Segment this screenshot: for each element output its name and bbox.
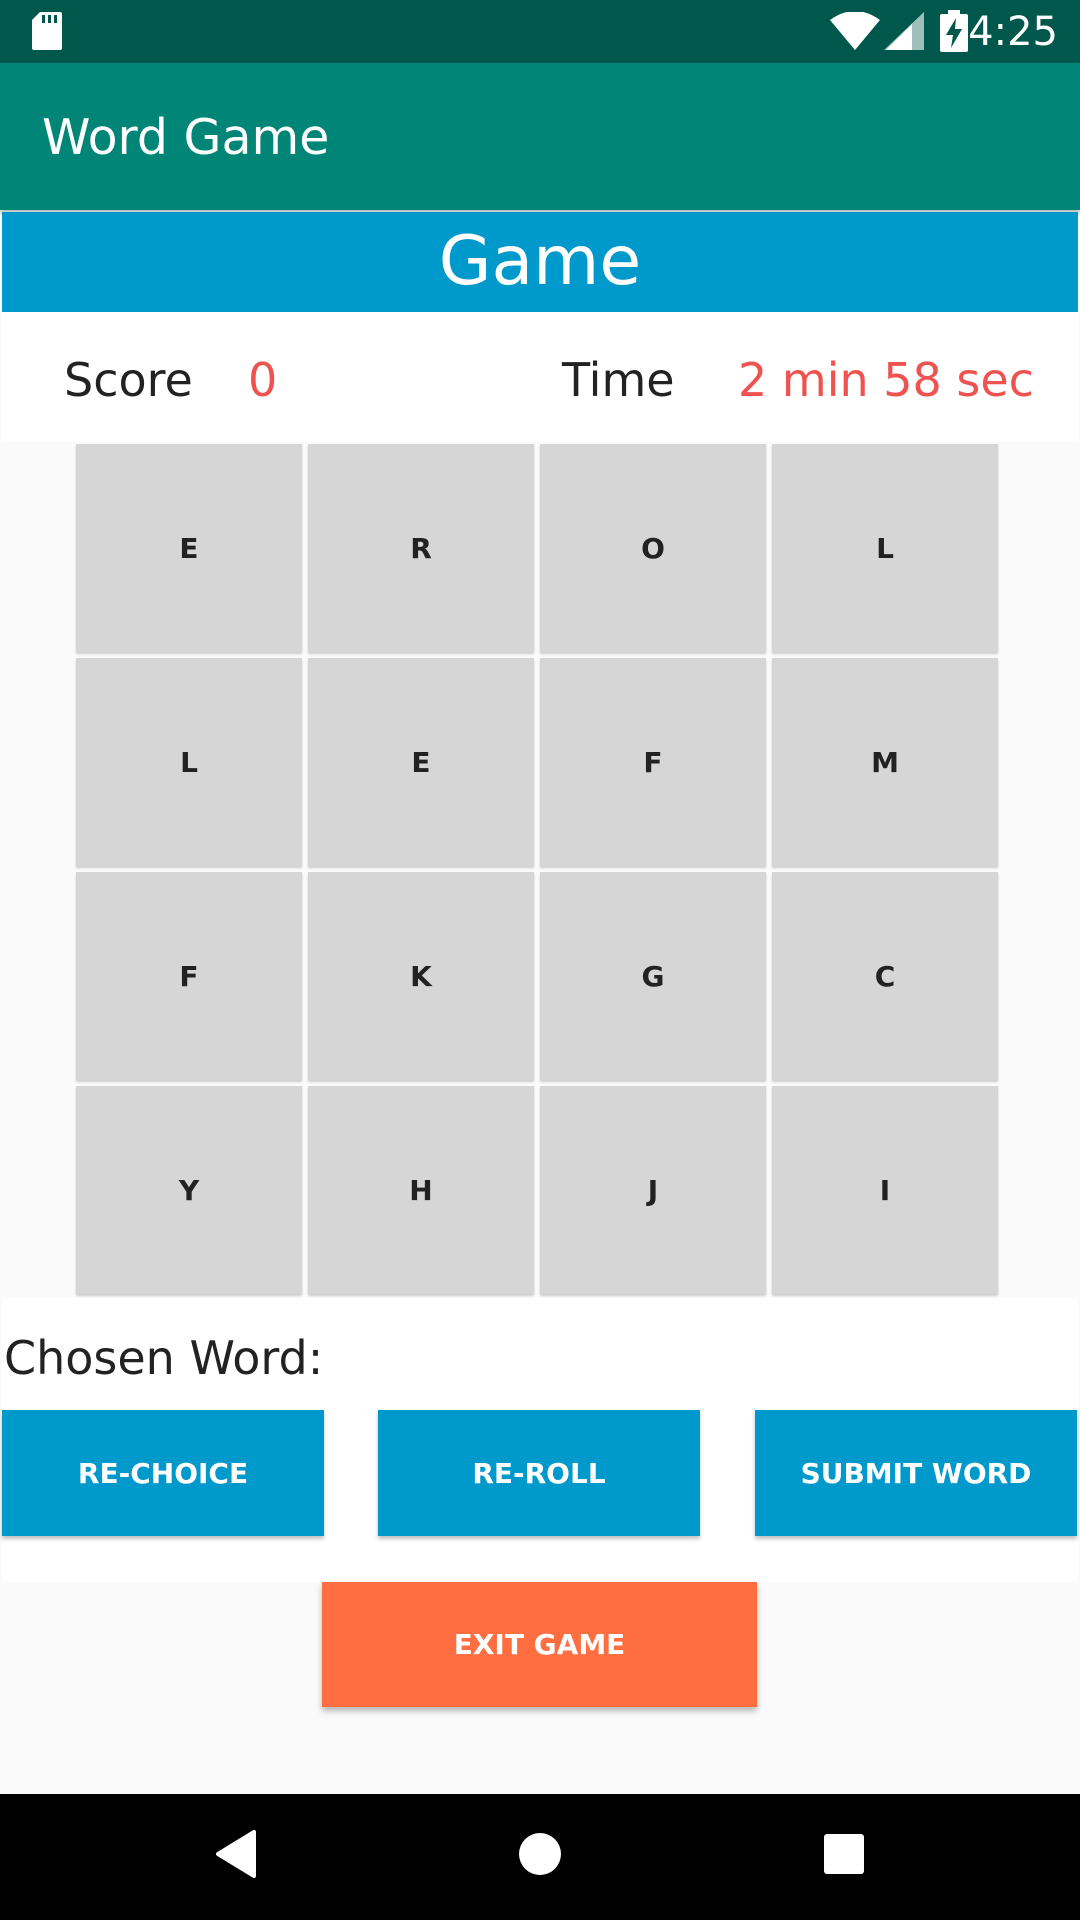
- sd-card-icon: [32, 12, 62, 54]
- battery-charging-icon: [940, 10, 968, 56]
- app-title: Word Game: [42, 109, 330, 166]
- score-row: Score 0 Time 2 min 58 sec: [2, 312, 1078, 442]
- reroll-button[interactable]: RE-ROLL: [378, 1410, 700, 1536]
- back-icon[interactable]: [214, 1830, 258, 1882]
- game-screen: 4:25 Word Game Game Score 0 Time 2 min 5…: [0, 0, 1080, 1920]
- letter-tile[interactable]: H: [308, 1086, 534, 1294]
- wifi-icon: [830, 11, 880, 54]
- letter-tile[interactable]: J: [540, 1086, 766, 1294]
- letter-grid: E R O L L E F M F K G C Y H J I: [76, 444, 1004, 1298]
- letter-tile[interactable]: C: [772, 872, 998, 1080]
- signal-icon: [884, 12, 924, 54]
- letter-tile[interactable]: I: [772, 1086, 998, 1294]
- letter-tile[interactable]: L: [772, 444, 998, 652]
- score-value: 0: [248, 353, 278, 407]
- navigation-bar: [0, 1794, 1080, 1920]
- status-clock: 4:25: [968, 9, 1058, 55]
- letter-tile[interactable]: R: [308, 444, 534, 652]
- submit-word-button[interactable]: SUBMIT WORD: [755, 1410, 1077, 1536]
- letter-tile[interactable]: E: [76, 444, 302, 652]
- letter-tile[interactable]: L: [76, 658, 302, 866]
- recents-icon[interactable]: [822, 1830, 866, 1882]
- app-bar: Word Game: [0, 63, 1080, 210]
- letter-tile[interactable]: Y: [76, 1086, 302, 1294]
- letter-tile[interactable]: K: [308, 872, 534, 1080]
- game-header: Game: [2, 212, 1078, 312]
- word-panel: Chosen Word: RE-CHOICE RE-ROLL SUBMIT WO…: [2, 1298, 1078, 1582]
- letter-tile[interactable]: M: [772, 658, 998, 866]
- score-label: Score: [64, 353, 193, 407]
- home-icon[interactable]: [518, 1830, 562, 1882]
- letter-tile[interactable]: F: [76, 872, 302, 1080]
- rechoice-button[interactable]: RE-CHOICE: [2, 1410, 324, 1536]
- time-label: Time: [562, 353, 675, 407]
- exit-game-button[interactable]: EXIT GAME: [322, 1582, 757, 1707]
- letter-tile[interactable]: E: [308, 658, 534, 866]
- status-bar: 4:25: [0, 0, 1080, 63]
- chosen-word-label: Chosen Word:: [4, 1331, 324, 1385]
- letter-tile[interactable]: F: [540, 658, 766, 866]
- time-remaining: 2 min 58 sec: [738, 353, 1034, 407]
- letter-tile[interactable]: G: [540, 872, 766, 1080]
- letter-tile[interactable]: O: [540, 444, 766, 652]
